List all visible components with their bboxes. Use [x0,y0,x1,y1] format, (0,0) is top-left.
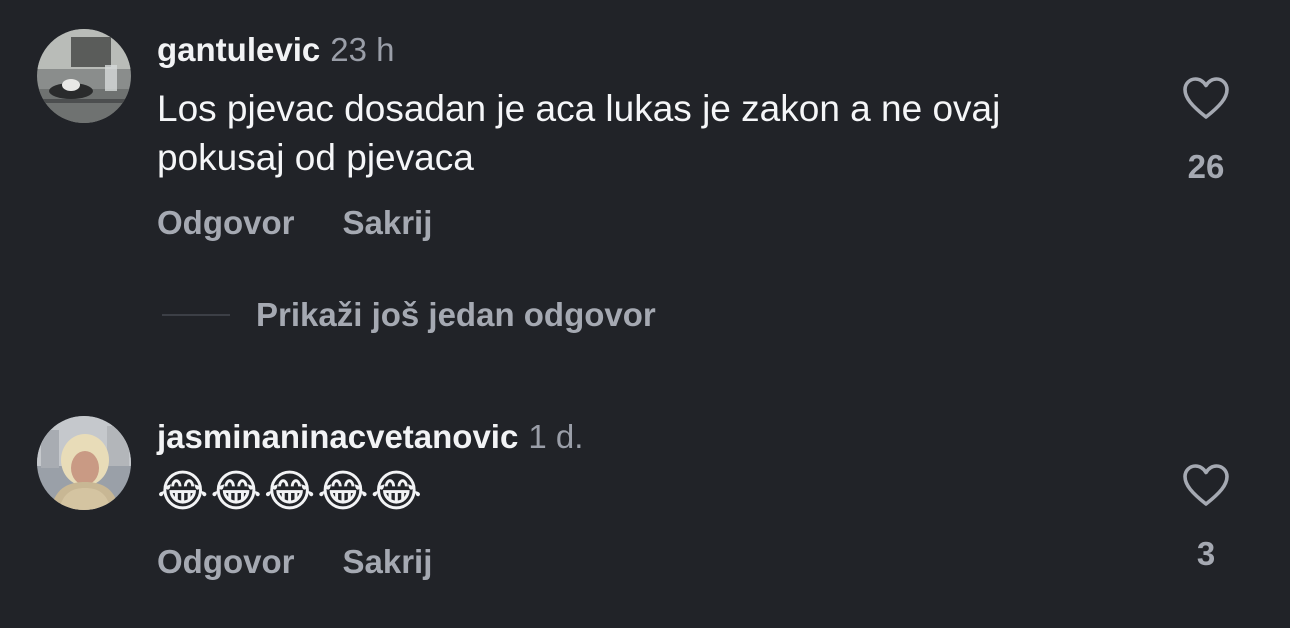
like-control: 26 [1170,76,1242,186]
hide-button[interactable]: Sakrij [343,543,433,581]
username[interactable]: jasminaninacvetanovic [157,418,518,455]
heart-outline-icon[interactable] [1182,463,1230,507]
avatar-photo-icon [37,416,131,510]
reply-button[interactable]: Odgovor [157,204,295,242]
heart-outline-icon[interactable] [1182,76,1230,120]
username[interactable]: gantulevic [157,31,320,68]
timestamp: 23 h [330,31,395,68]
avatar-photo-icon [37,29,131,123]
comment-text: 😂😂😂😂😂 [157,466,425,517]
hide-button[interactable]: Sakrij [343,204,433,242]
comment-meta: jasminaninacvetanovic 1 d. [157,417,583,457]
avatar[interactable] [37,29,131,123]
timestamp: 1 d. [528,418,584,455]
avatar[interactable] [37,416,131,510]
like-count: 26 [1187,148,1225,185]
show-replies-label: Prikaži još jedan odgovor [256,296,656,333]
reply-thread-line [162,314,230,317]
reply-button[interactable]: Odgovor [157,543,295,581]
comment-meta: gantulevic 23 h [157,30,394,70]
like-count: 3 [1196,535,1216,572]
like-control: 3 [1170,463,1242,573]
comment-text: Los pjevac dosadan je aca lukas je zakon… [157,88,1001,178]
comment-actions: Odgovor Sakrij [157,543,432,581]
show-replies-button[interactable]: Prikaži još jedan odgovor [162,296,656,334]
comment-actions: Odgovor Sakrij [157,204,432,242]
